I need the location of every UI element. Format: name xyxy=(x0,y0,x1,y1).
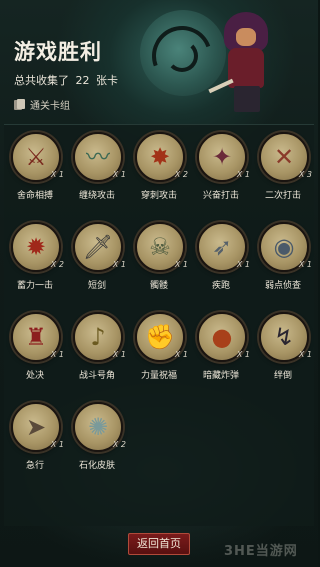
card-name: 暗藏炸弹 xyxy=(202,371,239,381)
card-quantity: X 1 xyxy=(174,350,188,359)
collection-summary: 总共收集了 22 张卡 xyxy=(14,72,118,88)
card-item[interactable]: ♪ X 1 战斗号角 xyxy=(66,308,128,388)
card-item[interactable]: ✊ X 1 力量祝福 xyxy=(128,308,190,388)
summary-count: 22 xyxy=(75,74,90,87)
card-quantity: X 1 xyxy=(50,440,64,449)
card-item[interactable]: ♜ X 1 处决 xyxy=(4,308,66,388)
card-quantity: X 1 xyxy=(236,260,250,269)
card-grid: ⚔ X 1 舍命相搏〰 X 1 缠绕攻击 ✸ X 2 穿刺攻击 ✦ X 1 兴奋打击 ✕ X 3 二次打击… xyxy=(4,128,314,478)
hero-character xyxy=(206,4,286,116)
card-item[interactable]: ◉ X 1 弱点侦查 xyxy=(252,218,314,298)
card-quantity: X 1 xyxy=(50,170,64,179)
card-item[interactable]: 〰 X 1 缠绕攻击 xyxy=(66,128,128,208)
card-item[interactable]: ✸ X 2 穿刺攻击 xyxy=(128,128,190,208)
card-item[interactable]: ➤ X 1 急行 xyxy=(4,398,66,478)
card-quantity: X 1 xyxy=(298,260,312,269)
card-quantity: X 3 xyxy=(298,170,312,179)
card-item[interactable]: ● X 1 暗藏炸弹 xyxy=(190,308,252,388)
card-item[interactable]: ✺ X 2 石化皮肤 xyxy=(66,398,128,478)
card-name: 力量祝福 xyxy=(140,371,177,381)
card-name: 二次打击 xyxy=(264,191,301,201)
card-name: 兴奋打击 xyxy=(202,191,239,201)
card-quantity: X 2 xyxy=(174,170,188,179)
card-quantity: X 1 xyxy=(236,350,250,359)
card-name: 处决 xyxy=(25,371,44,381)
card-name: 缠绕攻击 xyxy=(78,191,115,201)
card-item[interactable]: ↯ X 1 绊倒 xyxy=(252,308,314,388)
deck-label-text: 通关卡组 xyxy=(30,101,70,112)
card-name: 战斗号角 xyxy=(78,371,115,381)
card-quantity: X 1 xyxy=(236,170,250,179)
card-quantity: X 1 xyxy=(112,170,126,179)
summary-suffix: 张卡 xyxy=(96,74,118,87)
card-name: 绊倒 xyxy=(273,371,292,381)
deck-label: 通关卡组 xyxy=(14,97,70,112)
card-item[interactable]: ✹ X 2 蓄力一击 xyxy=(4,218,66,298)
card-item[interactable]: ✦ X 1 兴奋打击 xyxy=(190,128,252,208)
card-name: 髑髅 xyxy=(149,281,168,291)
card-quantity: X 2 xyxy=(50,260,64,269)
card-deck-icon xyxy=(14,99,26,110)
card-quantity: X 1 xyxy=(50,350,64,359)
card-quantity: X 1 xyxy=(112,350,126,359)
victory-title: 游戏胜利 xyxy=(14,40,102,64)
return-home-button[interactable]: 返回首页 xyxy=(128,533,190,555)
card-name: 疾跑 xyxy=(211,281,230,291)
card-item[interactable]: ✕ X 3 二次打击 xyxy=(252,128,314,208)
card-name: 蓄力一击 xyxy=(16,281,53,291)
card-quantity: X 1 xyxy=(112,260,126,269)
card-quantity: X 2 xyxy=(112,440,126,449)
spiral-inner-decoration xyxy=(166,40,198,72)
summary-prefix: 总共收集了 xyxy=(14,74,69,87)
card-item[interactable]: ☠ X 1 髑髅 xyxy=(128,218,190,298)
card-item[interactable]: ⚔ X 1 舍命相搏 xyxy=(4,128,66,208)
card-quantity: X 1 xyxy=(298,350,312,359)
card-item[interactable]: ➶ X 1 疾跑 xyxy=(190,218,252,298)
card-item[interactable]: 🗡 X 1 短剑 xyxy=(66,218,128,298)
card-name: 穿刺攻击 xyxy=(140,191,177,201)
card-name: 舍命相搏 xyxy=(16,191,53,201)
card-name: 短剑 xyxy=(87,281,106,291)
card-name: 石化皮肤 xyxy=(78,461,115,471)
watermark: 3HE当游网 xyxy=(224,544,298,559)
card-name: 弱点侦查 xyxy=(264,281,301,291)
card-name: 急行 xyxy=(25,461,44,471)
card-quantity: X 1 xyxy=(174,260,188,269)
